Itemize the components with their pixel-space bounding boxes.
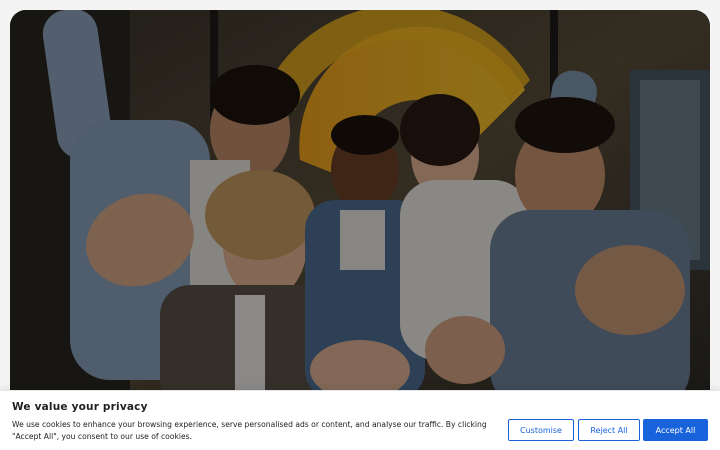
page: We value your privacy We use cookies to … — [0, 0, 720, 450]
cookie-banner-title: We value your privacy — [12, 401, 148, 413]
cookie-consent-banner: We value your privacy We use cookies to … — [0, 390, 720, 450]
accept-all-button[interactable]: Accept All — [643, 419, 708, 441]
hero-image — [10, 10, 710, 410]
cookie-banner-description: We use cookies to enhance your browsing … — [12, 420, 487, 441]
customise-button[interactable]: Customise — [508, 419, 574, 441]
reject-all-button[interactable]: Reject All — [578, 419, 640, 441]
hero-dark-overlay — [10, 10, 710, 410]
